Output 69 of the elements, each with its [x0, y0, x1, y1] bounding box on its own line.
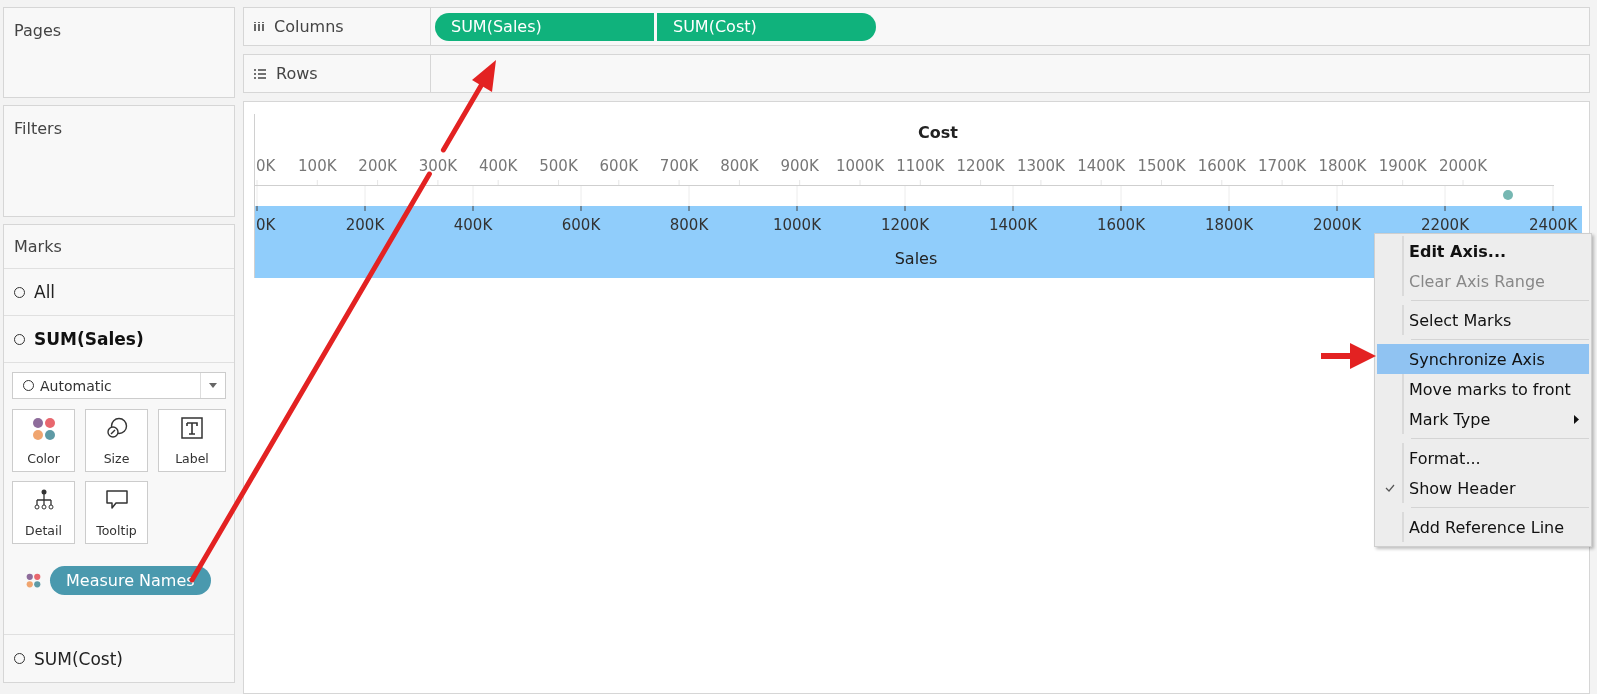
- tick-label: 1900K: [1378, 157, 1427, 175]
- axis-title: Cost: [918, 123, 958, 142]
- panel-title: Marks: [14, 237, 62, 256]
- tick-label: 400K: [453, 216, 493, 234]
- menu-item[interactable]: Move marks to front: [1377, 374, 1589, 404]
- tick-label: 900K: [780, 157, 819, 175]
- marks-card-button[interactable]: Label: [158, 409, 226, 472]
- tick-label: 0K: [256, 216, 276, 234]
- tick-label: 800K: [669, 216, 709, 234]
- color-dots-icon: [26, 573, 41, 588]
- marks-layer[interactable]: SUM(Cost): [4, 634, 234, 682]
- menu-item[interactable]: Edit Axis...: [1377, 236, 1589, 266]
- tick-label: 1600K: [1097, 216, 1145, 234]
- tick-label: 2200K: [1421, 216, 1469, 234]
- tick-label: 1800K: [1205, 216, 1253, 234]
- tick-label: 2400K: [1529, 216, 1577, 234]
- menu-item[interactable]: Format...: [1377, 443, 1589, 473]
- panel-title: Pages: [14, 21, 62, 40]
- tick-label: 0K: [256, 157, 276, 175]
- shelf-label: Rows: [276, 64, 318, 83]
- tick-label: 1000K: [773, 216, 821, 234]
- tick-label: 400K: [478, 157, 518, 175]
- tick-label: 2000K: [1439, 157, 1487, 175]
- data-point: [1503, 190, 1513, 200]
- tick-label: 1400K: [1077, 157, 1126, 175]
- tick-label: 200K: [358, 157, 397, 175]
- tick-label: 1800K: [1318, 157, 1367, 175]
- speech-bubble-icon: [104, 489, 129, 511]
- marks-layer[interactable]: All: [4, 269, 234, 316]
- tick-label: 1200K: [881, 216, 929, 234]
- tick-label: 2000K: [1313, 216, 1361, 234]
- tick-label: 1500K: [1137, 157, 1186, 175]
- tick-label: 1700K: [1258, 157, 1307, 175]
- marks-layer[interactable]: SUM(Sales): [4, 316, 234, 363]
- marks-card-button[interactable]: Color: [12, 409, 75, 472]
- hierarchy-icon: [33, 489, 54, 511]
- tick-label: 1000K: [836, 157, 884, 175]
- tick-label: 300K: [418, 157, 458, 175]
- tick-label: 500K: [539, 157, 578, 175]
- tick-label: 700K: [659, 157, 699, 175]
- axis-title: Sales: [894, 249, 938, 268]
- annotation-arrow: [1321, 343, 1376, 369]
- panel-title: Filters: [14, 119, 62, 138]
- tick-label: 1600K: [1197, 157, 1246, 175]
- tick-label: 1100K: [896, 157, 945, 175]
- mark-type-dropdown[interactable]: Automatic: [12, 372, 226, 399]
- columns-icon: [254, 22, 264, 31]
- circles-icon: [105, 417, 128, 439]
- marks-card-button[interactable]: Size: [85, 409, 148, 472]
- tick-label: 1300K: [1016, 157, 1065, 175]
- marks-card-button[interactable]: Detail: [12, 481, 75, 544]
- menu-item[interactable]: Mark Type: [1377, 404, 1589, 434]
- tick-label: 600K: [561, 216, 601, 234]
- menu-item[interactable]: Add Reference Line: [1377, 512, 1589, 542]
- menu-item[interactable]: Select Marks: [1377, 305, 1589, 335]
- caret-icon: [209, 383, 217, 388]
- text-label-icon: [181, 417, 203, 439]
- color-dots-icon: [31, 417, 56, 441]
- menu-item[interactable]: Show Header: [1377, 473, 1589, 503]
- tick-label: 100K: [298, 157, 337, 175]
- rows-icon: [254, 68, 266, 79]
- tick-label: 200K: [345, 216, 385, 234]
- tick-label: 1400K: [989, 216, 1037, 234]
- tick-label: 600K: [599, 157, 639, 175]
- tick-label: 800K: [720, 157, 759, 175]
- shelf-label: Columns: [274, 17, 344, 36]
- tick-label: 1200K: [956, 157, 1005, 175]
- marks-card-button[interactable]: Tooltip: [85, 481, 148, 544]
- menu-item[interactable]: Synchronize Axis: [1377, 344, 1589, 374]
